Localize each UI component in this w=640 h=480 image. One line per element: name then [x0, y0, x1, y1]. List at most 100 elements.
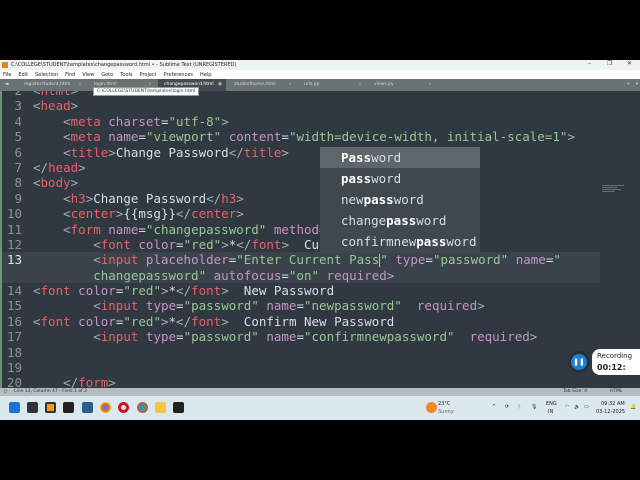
menu-file[interactable]: File	[3, 72, 11, 78]
autocomplete-item[interactable]: password	[320, 168, 480, 189]
app-icon[interactable]	[82, 402, 93, 413]
line-number: 7	[14, 159, 22, 175]
show-hidden-icons[interactable]: ^	[492, 404, 496, 410]
close-tab-icon[interactable]: ×	[428, 79, 432, 91]
autocomplete-item[interactable]: confirmnewpassword	[320, 231, 480, 252]
close-tab-icon[interactable]: ×	[78, 79, 82, 91]
panel-toggle-icon[interactable]: ▯	[4, 388, 6, 396]
code-line[interactable]: 10 <center>{{msg}}</center>	[0, 206, 600, 221]
code-line[interactable]: changepassword" autofocus="on" required>	[0, 267, 600, 284]
code-line[interactable]: 18	[0, 345, 600, 360]
menu-help[interactable]: Help	[200, 72, 211, 78]
code-line[interactable]: 9 <h3>Change Password</h3>	[0, 191, 600, 206]
tab-size[interactable]: Tab Size: 4	[563, 388, 587, 396]
language-region[interactable]: IN	[548, 409, 553, 415]
start-icon[interactable]	[9, 402, 20, 413]
microphone-icon[interactable]: 🎙	[531, 404, 537, 410]
code-line[interactable]: 3 <head>	[0, 98, 600, 113]
pause-icon[interactable]: ❚❚	[568, 351, 590, 373]
autocomplete-item[interactable]: newpassword	[320, 189, 480, 210]
autocomplete-popup[interactable]: Password password newpassword changepasswor…	[320, 147, 480, 253]
file-explorer-icon[interactable]	[155, 402, 166, 413]
tab-registerstudent-html[interactable]: registerstudent.html ×	[18, 79, 86, 91]
chrome-profile-icon[interactable]	[137, 402, 148, 413]
code-line[interactable]: 2 <html>	[0, 91, 600, 98]
minimize-button[interactable]: –	[588, 60, 591, 67]
clock-time[interactable]: 09:32 AM	[601, 401, 625, 407]
close-tab-icon[interactable]: ×	[288, 79, 292, 91]
code-area[interactable]: 2<html>3<head>4 <meta charset="utf-8">5 …	[0, 91, 600, 388]
tab-studenthome-html[interactable]: studenthome.html ×	[228, 79, 296, 91]
menu-find[interactable]: Find	[65, 72, 75, 78]
tab-urls-py[interactable]: urls.py ×	[298, 79, 366, 91]
code-line[interactable]: 6 <title>Change Password</title>	[0, 145, 600, 160]
clock-date[interactable]: 03-12-2025	[596, 409, 625, 415]
close-button[interactable]: ✕	[627, 60, 632, 67]
code-token: font	[100, 236, 131, 252]
code-token: <	[63, 190, 71, 206]
code-line[interactable]: 4 <meta charset="utf-8">	[0, 114, 600, 129]
code-line[interactable]: 16 <font color="red">*</font> Confirm New…	[0, 314, 600, 329]
wifi-icon[interactable]: ◠	[565, 404, 569, 410]
autocomplete-item[interactable]: changepassword	[320, 210, 480, 231]
code-line[interactable]: 14 <font color="red">*</font> New Passwor…	[0, 283, 600, 298]
window-title: C:\COLLEGE\STUDENT\templates\changepassw…	[11, 62, 237, 68]
code-token: meta	[70, 129, 101, 145]
code-token: </	[228, 144, 244, 160]
terminal-app-icon[interactable]	[63, 402, 74, 413]
autocomplete-item[interactable]: Password	[320, 147, 480, 168]
code-token: <	[33, 313, 41, 329]
new-tab-button[interactable]: +	[626, 79, 630, 91]
language-primary[interactable]: ENG	[546, 401, 557, 407]
maximize-button[interactable]: ❐	[607, 60, 612, 67]
menu-goto[interactable]: Goto	[101, 72, 113, 78]
code-line[interactable]: 5 <meta name="viewport" content="width=d…	[0, 129, 600, 144]
sync-icon[interactable]: ⟳	[505, 404, 509, 410]
tab-label: registerstudent.html	[24, 82, 71, 87]
opera-icon[interactable]	[118, 402, 129, 413]
menu-tools[interactable]: Tools	[120, 72, 132, 78]
code-line[interactable]: 19	[0, 360, 600, 375]
volume-icon[interactable]: 🔈	[574, 404, 580, 410]
code-line[interactable]: 17 <input type="password" name="confirmn…	[0, 329, 600, 344]
menu-selection[interactable]: Selection	[35, 72, 58, 78]
code-line[interactable]: 7 </head>	[0, 160, 600, 175]
code-token: <	[33, 283, 41, 299]
menu-preferences[interactable]: Preferences	[164, 72, 193, 78]
chrome-icon[interactable]	[100, 402, 111, 413]
code-token: <	[63, 144, 71, 160]
weather-icon[interactable]	[426, 402, 437, 413]
code-line[interactable]: 8 <body>	[0, 175, 600, 190]
sublime-text-icon[interactable]	[45, 402, 56, 413]
menu-view[interactable]: View	[82, 72, 94, 78]
battery-icon[interactable]: ▭	[584, 404, 589, 410]
notifications-icon[interactable]: 🔔	[630, 404, 636, 410]
code-line[interactable]: 12 <font color="red">*</font> Curr	[0, 237, 600, 252]
close-tab-icon[interactable]: ×	[358, 79, 362, 91]
code-token: title	[243, 144, 282, 160]
code-token: "red"	[123, 313, 161, 329]
task-view-icon[interactable]	[27, 402, 38, 413]
bluetooth-icon[interactable]: ᛒ	[518, 404, 521, 410]
code-line[interactable]: 13 <input placeholder = "Enter Current Pas…	[0, 252, 600, 268]
tab-scroll-arrows-icon[interactable]: ◂▸	[5, 79, 10, 91]
code-token: >	[281, 236, 289, 252]
tab-views-py[interactable]: views.py ×	[368, 79, 436, 91]
syntax-mode[interactable]: HTML	[610, 388, 623, 396]
line-number: 11	[6, 221, 22, 237]
code-line[interactable]: 15 <input type="password" name="newpassw…	[0, 298, 600, 313]
autocomplete-post: word	[371, 171, 402, 186]
menu-edit[interactable]: Edit	[18, 72, 28, 78]
tab-list-dropdown-icon[interactable]: ▾	[636, 79, 638, 91]
recording-time: 00:12:	[597, 363, 626, 372]
code-line[interactable]: 20 </form>	[0, 375, 600, 388]
menu-project[interactable]: Project	[140, 72, 157, 78]
recording-widget[interactable]: ❚❚ Recording 00:12:	[568, 348, 640, 376]
command-prompt-icon[interactable]	[173, 402, 184, 413]
code-line[interactable]: 11 <form name="changepassword" method="	[0, 222, 600, 237]
minimap[interactable]	[602, 185, 624, 197]
unsaved-dot-icon[interactable]: ●	[218, 79, 222, 91]
taskbar: 23°C Sunny ^ ⟳ ᛒ 🎙 ENG IN ◠ 🔈 ▭ 09:32 AM…	[0, 396, 640, 420]
